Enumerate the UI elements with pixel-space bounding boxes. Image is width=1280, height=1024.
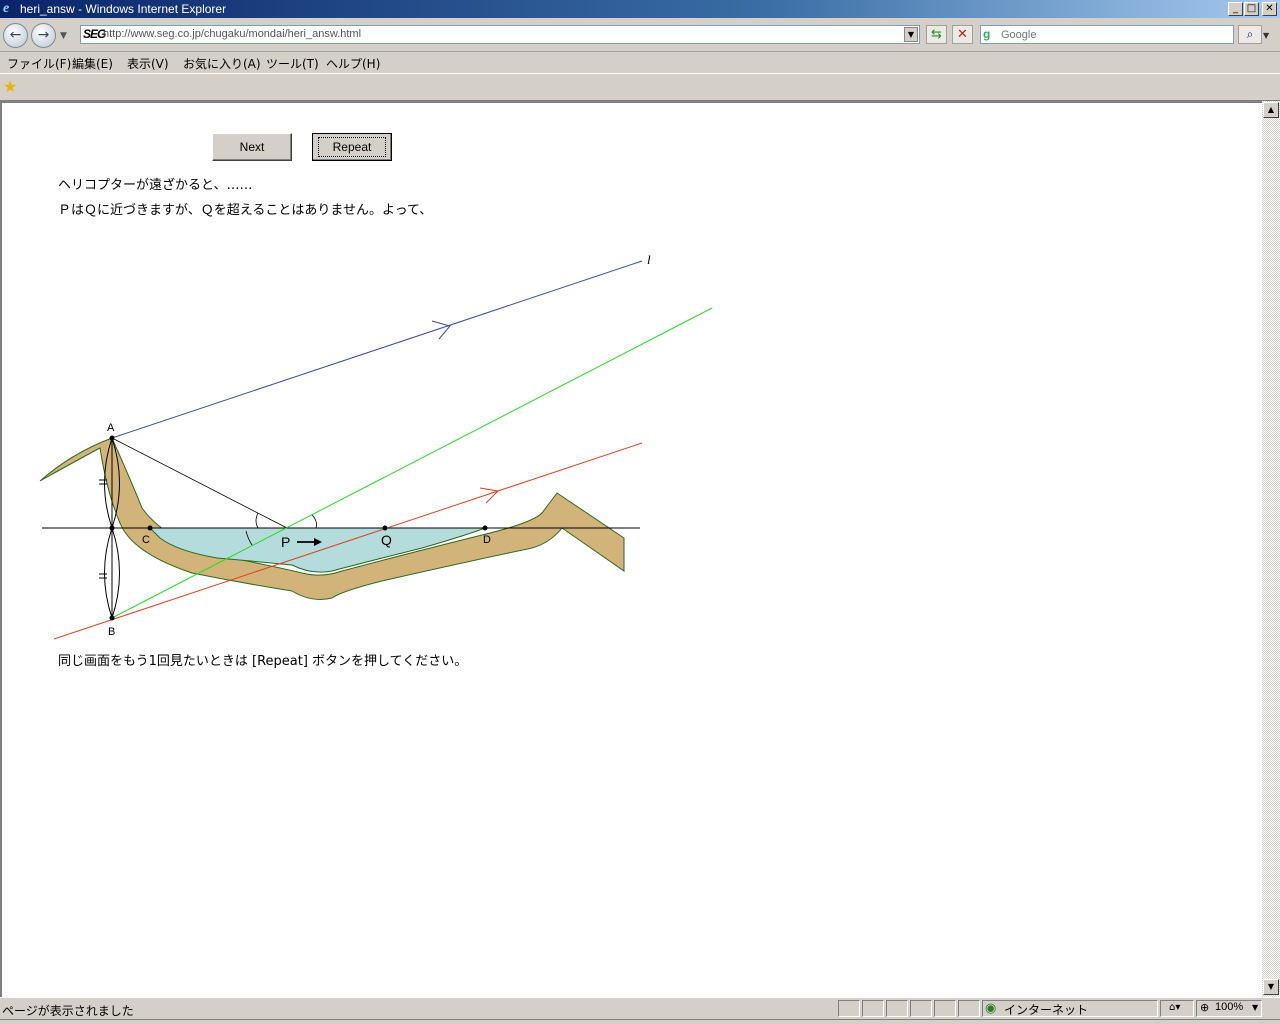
menu-view[interactable]: 表示(V) bbox=[127, 55, 169, 72]
scroll-up-button[interactable]: ▲ bbox=[1263, 102, 1279, 118]
address-toolbar: ← → ▼ SEG http://www.seg.co.jp/chugaku/m… bbox=[0, 18, 1280, 52]
arrow-right-icon: → bbox=[37, 27, 50, 43]
title-bar: e heri_answ - Windows Internet Explorer … bbox=[0, 0, 1280, 18]
refresh-button[interactable]: ⇆ bbox=[926, 25, 947, 44]
back-button[interactable]: ← bbox=[3, 23, 28, 48]
ground-shape bbox=[39, 437, 625, 600]
stop-icon: ✕ bbox=[957, 27, 968, 42]
site-favicon: SEG bbox=[83, 27, 106, 41]
label-C: C bbox=[142, 534, 150, 546]
ie-logo-icon: e bbox=[3, 1, 10, 16]
arc-lower-right bbox=[111, 527, 120, 619]
maximize-button[interactable]: □ bbox=[1244, 2, 1259, 16]
angle-arc-right bbox=[311, 514, 317, 529]
point-C bbox=[147, 525, 153, 531]
search-input[interactable] bbox=[1001, 27, 1229, 42]
label-B: B bbox=[108, 626, 115, 638]
menu-file[interactable]: ファイル(F) bbox=[7, 55, 71, 72]
label-P: P bbox=[281, 534, 290, 550]
status-cell-4 bbox=[910, 1000, 932, 1017]
status-text: ページが表示されました bbox=[2, 1004, 134, 1018]
menu-tools[interactable]: ツール(T) bbox=[266, 55, 319, 72]
protected-mode-cell[interactable]: ⌂▾ bbox=[1160, 1000, 1194, 1017]
status-cell-6 bbox=[958, 1000, 980, 1017]
blue-line-l bbox=[111, 260, 643, 439]
point-foot bbox=[109, 525, 115, 531]
vertical-scrollbar[interactable]: ▲ ▼ bbox=[1262, 101, 1280, 997]
status-cell-1 bbox=[838, 1000, 860, 1017]
address-field[interactable]: SEG http://www.seg.co.jp/chugaku/mondai/… bbox=[80, 25, 920, 44]
red-arrowhead bbox=[479, 487, 500, 504]
point-B bbox=[109, 615, 115, 621]
search-field[interactable]: g bbox=[980, 25, 1234, 44]
address-dropdown[interactable]: ▼ bbox=[904, 27, 918, 42]
point-Q bbox=[382, 525, 388, 531]
magnifier-icon: ⌕ bbox=[1246, 27, 1254, 41]
zoom-dropdown-icon[interactable]: ▼ bbox=[1252, 1003, 1258, 1012]
favorites-bar: ★ bbox=[0, 74, 1280, 101]
menu-edit[interactable]: 編集(E) bbox=[72, 55, 113, 72]
label-A: A bbox=[107, 422, 115, 434]
stop-button[interactable]: ✕ bbox=[952, 25, 973, 44]
menu-bar: ファイル(F) 編集(E) 表示(V) お気に入り(A) ツール(T) ヘルプ(… bbox=[0, 52, 1280, 74]
window-title: heri_answ - Windows Internet Explorer bbox=[20, 2, 227, 16]
window-bottom-edge bbox=[0, 1019, 1280, 1024]
triangle-up-icon: ▲ bbox=[1267, 105, 1275, 114]
google-icon: g bbox=[983, 27, 991, 41]
forward-button[interactable]: → bbox=[31, 23, 56, 48]
menu-favorites[interactable]: お気に入り(A) bbox=[183, 55, 261, 72]
reflection-diagram: A B C D P Q l bbox=[39, 252, 713, 640]
status-cell-3 bbox=[886, 1000, 908, 1017]
label-l: l bbox=[647, 252, 651, 267]
close-button[interactable]: ✕ bbox=[1262, 2, 1277, 16]
point-A bbox=[109, 435, 115, 441]
scroll-down-button[interactable]: ▼ bbox=[1263, 979, 1279, 995]
globe-icon: ◉ bbox=[985, 1001, 997, 1016]
lock-icon: ⌂▾ bbox=[1169, 1002, 1181, 1013]
status-cell-2 bbox=[862, 1000, 884, 1017]
arrow-left-icon: ← bbox=[9, 27, 22, 43]
history-dropdown[interactable]: ▼ bbox=[60, 31, 67, 41]
search-options-dropdown[interactable]: ▼ bbox=[1263, 31, 1269, 40]
zoom-level[interactable]: 100% bbox=[1215, 1001, 1243, 1013]
label-Q: Q bbox=[381, 532, 392, 548]
point-D bbox=[482, 525, 488, 531]
minimize-button[interactable]: _ bbox=[1228, 2, 1243, 16]
menu-help[interactable]: ヘルプ(H) bbox=[326, 55, 380, 72]
search-button[interactable]: ⌕ bbox=[1238, 25, 1262, 44]
angle-arc-left bbox=[255, 512, 259, 529]
refresh-icon: ⇆ bbox=[931, 27, 942, 42]
triangle-down-icon: ▼ bbox=[1267, 982, 1275, 991]
favorites-star-icon[interactable]: ★ bbox=[3, 78, 17, 96]
status-bar: ページが表示されました ◉ インターネット ⌂▾ ⊕ 100% ▼ bbox=[0, 997, 1280, 1019]
status-cell-5 bbox=[934, 1000, 956, 1017]
repeat-instruction: 同じ画面をもう1回見たいときは [Repeat] ボタンを押してください。 bbox=[58, 654, 468, 669]
label-D: D bbox=[483, 534, 491, 546]
chevron-down-icon: ▼ bbox=[907, 30, 915, 39]
zoom-icon: ⊕ bbox=[1200, 1001, 1210, 1014]
arc-lower-left bbox=[104, 527, 113, 619]
page-content: Next Repeat ヘリコプターが遠ざかると、…… ＰはＱに近づきますが、Ｑ… bbox=[0, 101, 1262, 997]
security-zone: インターネット bbox=[1004, 1003, 1089, 1017]
url-text[interactable]: http://www.seg.co.jp/chugaku/mondai/heri… bbox=[103, 28, 361, 40]
